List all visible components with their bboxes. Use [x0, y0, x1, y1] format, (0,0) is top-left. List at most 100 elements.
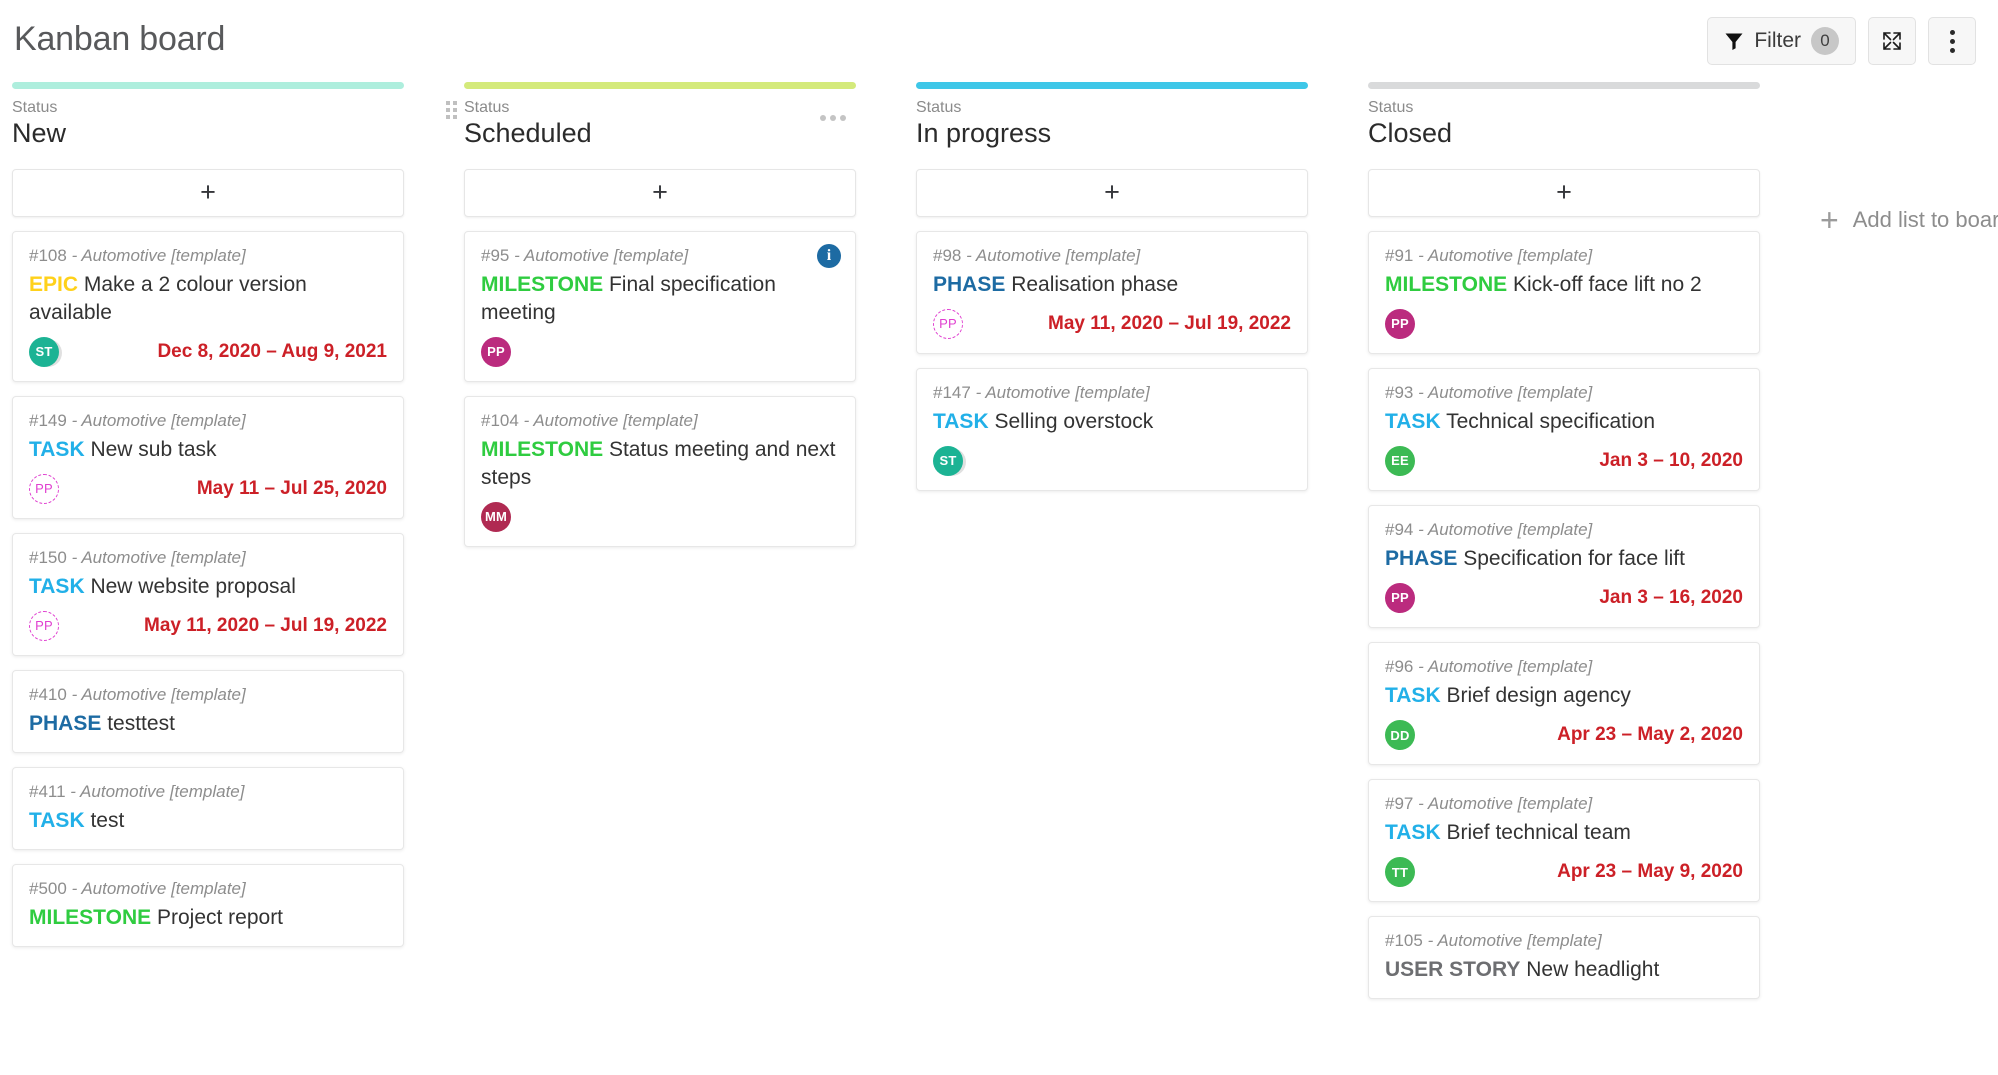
card-type-label: MILESTONE: [481, 273, 604, 297]
avatar[interactable]: ST: [933, 445, 963, 476]
add-card-button[interactable]: +: [12, 168, 404, 217]
card-meta: #500 - Automotive [template]: [29, 878, 387, 900]
card-type-label: EPIC: [29, 273, 79, 297]
card-id: #150: [29, 547, 67, 567]
card-meta: #94 - Automotive [template]: [1385, 519, 1743, 541]
kanban-card[interactable]: #147 - Automotive [template] TASK Selling…: [916, 367, 1308, 491]
card-project: - Automotive [template]: [71, 245, 246, 265]
add-list-label: Add list to board: [1852, 207, 1998, 232]
add-card-button[interactable]: +: [1368, 168, 1760, 217]
card-project: - Automotive [template]: [71, 878, 246, 898]
card-date-range: Dec 8, 2020 – Aug 9, 2021: [157, 340, 387, 362]
avatar[interactable]: PP: [1385, 308, 1415, 339]
avatar[interactable]: PP: [481, 336, 511, 367]
card-id: #98: [933, 245, 962, 265]
card-title: MILESTONE Status meeting and next steps: [481, 436, 839, 492]
card-title: TASK Brief technical team: [1385, 819, 1743, 847]
card-date-range: Apr 23 – May 2, 2020: [1557, 724, 1743, 745]
card-id: #94: [1385, 519, 1414, 539]
card-title: EPIC Make a 2 colour version available: [29, 271, 387, 327]
column-status-label: Status: [12, 99, 58, 116]
card-date-range: Jan 3 – 16, 2020: [1599, 586, 1743, 608]
card-footer: ST: [933, 445, 1291, 476]
card-meta: #105 - Automotive [template]: [1385, 930, 1743, 952]
filter-count-badge: 0: [1811, 27, 1839, 55]
kanban-card[interactable]: #96 - Automotive [template] TASK Brief de…: [1368, 641, 1760, 765]
card-meta: #150 - Automotive [template]: [29, 547, 387, 569]
card-title-text: Technical specification: [1446, 410, 1656, 434]
card-footer: PP: [481, 336, 839, 367]
card-project: - Automotive [template]: [71, 410, 246, 430]
avatar[interactable]: PP: [29, 473, 59, 504]
kanban-card[interactable]: #149 - Automotive [template] TASK New sub…: [12, 395, 404, 519]
kanban-card[interactable]: #93 - Automotive [template] TASK Technica…: [1368, 367, 1760, 491]
card-title: TASK Technical specification: [1385, 408, 1743, 436]
add-card-button[interactable]: +: [916, 168, 1308, 217]
column-status-label: Status: [916, 99, 962, 116]
avatar[interactable]: ST: [29, 336, 59, 367]
kanban-card[interactable]: #97 - Automotive [template] TASK Brief te…: [1368, 779, 1760, 903]
info-icon[interactable]: i: [817, 243, 841, 268]
page-title: Kanban board: [14, 20, 226, 58]
column-header: Status In progress: [916, 89, 1308, 157]
kanban-card[interactable]: #98 - Automotive [template] PHASE Realisa…: [916, 230, 1308, 354]
avatar[interactable]: DD: [1385, 720, 1415, 750]
column-header: Status Scheduled: [446, 89, 856, 157]
avatar[interactable]: PP: [1385, 582, 1415, 613]
kanban-card[interactable]: #410 - Automotive [template] PHASE testte…: [12, 669, 404, 753]
kanban-card[interactable]: i #95 - Automotive [template] MILESTONE Fi…: [464, 230, 856, 382]
column-accent-bar: [916, 82, 1308, 89]
kanban-card[interactable]: #91 - Automotive [template] MILESTONE Kic…: [1368, 230, 1760, 354]
card-footer: PP May 11 – Jul 25, 2020: [29, 473, 387, 504]
card-title-text: Selling overstock: [994, 410, 1154, 434]
card-meta: #96 - Automotive [template]: [1385, 656, 1743, 678]
board-menu-button[interactable]: [1928, 17, 1976, 65]
card-title-text: New website proposal: [90, 574, 296, 598]
avatar[interactable]: PP: [933, 308, 963, 339]
card-type-label: MILESTONE: [1385, 273, 1508, 297]
card-type-label: TASK: [1385, 684, 1441, 708]
card-title-text: testtest: [107, 712, 175, 735]
column-title: Scheduled: [464, 118, 592, 149]
kanban-card[interactable]: #411 - Automotive [template] TASK test: [12, 766, 404, 850]
filter-button[interactable]: Filter 0: [1707, 17, 1856, 65]
card-footer: TT Apr 23 – May 9, 2020: [1385, 857, 1743, 888]
add-card-button[interactable]: +: [464, 168, 856, 217]
card-project: - Automotive [template]: [514, 245, 689, 265]
avatar[interactable]: PP: [29, 610, 59, 641]
card-title: PHASE Specification for face lift: [1385, 545, 1743, 573]
card-meta: #93 - Automotive [template]: [1385, 382, 1743, 404]
card-meta: #108 - Automotive [template]: [29, 245, 387, 267]
card-title-text: New headlight: [1526, 958, 1660, 982]
card-title-text: New sub task: [90, 437, 217, 461]
add-list-button[interactable]: + Add list to board: [1820, 204, 1998, 236]
card-title-text: Kick-off face lift no 2: [1512, 273, 1702, 297]
kanban-card[interactable]: #150 - Automotive [template] TASK New web…: [12, 532, 404, 656]
card-type-label: TASK: [29, 437, 85, 461]
card-title-text: Realisation phase: [1011, 273, 1179, 297]
card-footer: DD Apr 23 – May 2, 2020: [1385, 720, 1743, 750]
card-id: #104: [481, 410, 519, 430]
card-footer: PP May 11, 2020 – Jul 19, 2022: [29, 610, 387, 641]
kanban-card[interactable]: #108 - Automotive [template] EPIC Make a …: [12, 230, 404, 382]
card-type-label: TASK: [29, 574, 85, 598]
fullscreen-button[interactable]: [1868, 17, 1916, 65]
card-meta: #149 - Automotive [template]: [29, 410, 387, 432]
kanban-card[interactable]: #500 - Automotive [template] MILESTONE Pr…: [12, 863, 404, 947]
avatar[interactable]: EE: [1385, 445, 1415, 476]
toolbar-actions: Filter 0: [1707, 17, 1976, 65]
card-id: #97: [1385, 794, 1414, 813]
card-project: - Automotive [template]: [966, 245, 1141, 265]
kanban-card[interactable]: #94 - Automotive [template] PHASE Specifi…: [1368, 504, 1760, 628]
card-id: #410: [29, 684, 67, 704]
kanban-card[interactable]: #104 - Automotive [template] MILESTONE St…: [464, 395, 856, 547]
column-header: Status Closed: [1368, 89, 1760, 157]
card-footer: PP May 11, 2020 – Jul 19, 2022: [933, 308, 1291, 339]
kanban-card[interactable]: #105 - Automotive [template] USER STORY N…: [1368, 916, 1760, 1000]
column-menu-icon[interactable]: [820, 115, 846, 121]
card-title: MILESTONE Final specification meeting: [481, 271, 839, 327]
column-drag-handle-icon[interactable]: [446, 101, 457, 119]
avatar[interactable]: TT: [1385, 857, 1415, 888]
card-meta: #147 - Automotive [template]: [933, 382, 1291, 404]
avatar[interactable]: MM: [481, 501, 511, 532]
